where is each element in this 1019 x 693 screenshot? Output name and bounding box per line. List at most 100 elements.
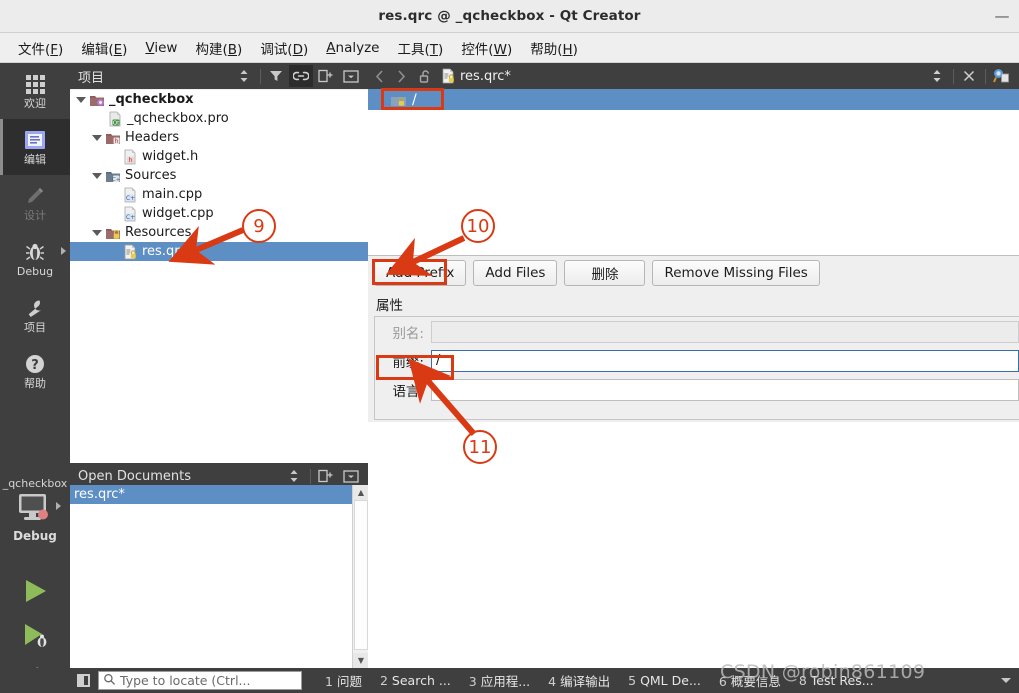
- add-files-button[interactable]: Add Files: [473, 260, 558, 286]
- remove-button[interactable]: 删除: [564, 260, 646, 286]
- menu-view[interactable]: View: [136, 38, 186, 58]
- add-prefix-button[interactable]: Add Prefix: [374, 260, 467, 286]
- pane-number: 1: [325, 674, 333, 689]
- qrc-file-icon: [440, 68, 456, 84]
- lock-toggle-button[interactable]: [414, 64, 436, 88]
- window-title: res.qrc @ _qcheckbox - Qt Creator: [378, 8, 641, 24]
- tree-item-main-cpp[interactable]: C+ main.cpp: [70, 185, 368, 204]
- scroll-down-arrow-icon[interactable]: ▼: [353, 653, 368, 668]
- mode-edit[interactable]: 编辑: [0, 119, 70, 175]
- twisty-expanded-icon[interactable]: [76, 96, 86, 103]
- language-field[interactable]: [431, 378, 1019, 401]
- menu-file[interactable]: 文件(F): [9, 36, 72, 60]
- tree-item-widget-cpp[interactable]: C+ widget.cpp: [70, 204, 368, 223]
- menu-build[interactable]: 构建(B): [186, 36, 251, 60]
- opendocs-split-button[interactable]: [314, 465, 338, 487]
- editor-blank-area: [368, 422, 1019, 668]
- statusbar-pane-search[interactable]: 2 Search ...: [371, 673, 460, 688]
- split-button[interactable]: [314, 65, 338, 87]
- debug-button[interactable]: [0, 613, 70, 657]
- close-icon: [963, 70, 975, 82]
- toggle-sidebar-button[interactable]: [70, 668, 96, 693]
- resource-editor-buttons: Add Prefix Add Files 删除 Remove Missing F…: [368, 256, 1019, 290]
- tree-item-resources[interactable]: Resources: [70, 223, 368, 242]
- mode-debug[interactable]: Debug: [0, 231, 70, 287]
- mode-projects[interactable]: 项目: [0, 287, 70, 343]
- alias-row: 别名:: [375, 317, 1019, 346]
- scroll-up-arrow-icon[interactable]: ▲: [353, 485, 368, 500]
- open-document-label: res.qrc*: [74, 487, 125, 502]
- filter-button[interactable]: [264, 65, 288, 87]
- pane-label: QML De...: [640, 673, 701, 688]
- editor-toolbar: res.qrc*: [368, 63, 1019, 89]
- link-icon: [293, 71, 309, 81]
- tree-item-headers[interactable]: h Headers: [70, 128, 368, 147]
- mode-debug-label: Debug: [16, 265, 54, 278]
- qt-creator-window: res.qrc @ _qcheckbox - Qt Creator — 文件(F…: [0, 0, 1019, 693]
- close-panel-button[interactable]: [339, 65, 363, 87]
- menu-window[interactable]: 控件(W): [452, 36, 521, 60]
- twisty-expanded-icon[interactable]: [92, 172, 102, 179]
- resource-browser-button[interactable]: [989, 65, 1013, 87]
- mode-help[interactable]: ? 帮助: [0, 343, 70, 399]
- resource-tree-view[interactable]: /: [368, 89, 1019, 256]
- kit-selector[interactable]: _qcheckbox Debug: [0, 473, 70, 565]
- prefix-field[interactable]: /: [431, 349, 1019, 372]
- sort-selector[interactable]: [232, 65, 256, 87]
- tree-item-widget-h[interactable]: h widget.h: [70, 147, 368, 166]
- pane-label: Test Res...: [810, 673, 874, 688]
- prefix-label: 前缀:: [392, 354, 424, 371]
- prefix-folder-icon: [390, 92, 406, 108]
- menu-tools[interactable]: 工具(T): [389, 36, 453, 60]
- mode-welcome[interactable]: 欢迎: [0, 63, 70, 119]
- pane-number: 8: [798, 673, 807, 688]
- statusbar-pane-general-messages[interactable]: 6 概要信息: [710, 671, 790, 690]
- scrollbar-thumb[interactable]: [354, 500, 368, 650]
- pane-number: 6: [718, 674, 727, 689]
- locator-input[interactable]: Type to locate (Ctrl...: [98, 671, 302, 690]
- opendocs-sort-button[interactable]: [282, 465, 306, 487]
- open-document-item[interactable]: res.qrc*: [70, 485, 368, 504]
- project-tree[interactable]: _qcheckbox Qt _qcheckbox.pro h Headers h…: [70, 90, 368, 463]
- statusbar-pane-app-output[interactable]: 3 应用程...: [460, 671, 539, 690]
- twisty-expanded-icon[interactable]: [92, 134, 102, 141]
- editor-file-chip[interactable]: res.qrc*: [440, 68, 511, 84]
- remove-missing-files-button[interactable]: Remove Missing Files: [652, 260, 820, 286]
- sync-with-editor-button[interactable]: [289, 65, 313, 87]
- statusbar-pane-test-results[interactable]: 8 Test Res...: [790, 673, 883, 688]
- alias-field[interactable]: [431, 320, 1019, 343]
- statusbar-pane-compile-output[interactable]: 4 编译输出: [539, 671, 619, 690]
- statusbar-pane-issues[interactable]: 1 问题: [316, 671, 371, 690]
- tree-item-sources[interactable]: C+ Sources: [70, 166, 368, 185]
- pane-label: 编译输出: [560, 674, 611, 689]
- tree-item-res-qrc[interactable]: res.qrc: [70, 242, 368, 261]
- kit-chevron-icon: [56, 502, 61, 510]
- statusbar-pane-qml-debugger[interactable]: 5 QML De...: [619, 673, 710, 688]
- editor-split-selector[interactable]: [925, 65, 949, 87]
- properties-group: 属性 别名: 前缀: / 语言:: [368, 292, 1019, 422]
- prefix-row: 前缀: /: [375, 346, 1019, 375]
- menu-analyze[interactable]: Analyze: [317, 38, 388, 58]
- editor-close-button[interactable]: [957, 65, 981, 87]
- editor-icon: [24, 128, 46, 152]
- tree-item-project[interactable]: _qcheckbox: [70, 90, 368, 109]
- open-documents-list[interactable]: res.qrc* ▲ ▼: [70, 485, 368, 668]
- open-documents-scrollbar[interactable]: ▲ ▼: [352, 485, 368, 668]
- navigate-back-button[interactable]: [368, 64, 390, 88]
- statusbar-expand-icon[interactable]: [1001, 678, 1011, 683]
- opendocs-close-button[interactable]: [339, 465, 363, 487]
- menu-edit[interactable]: 编辑(E): [72, 36, 136, 60]
- menu-debug[interactable]: 调试(D): [251, 36, 317, 60]
- tree-item-pro-file[interactable]: Qt _qcheckbox.pro: [70, 109, 368, 128]
- navigate-forward-button[interactable]: [390, 64, 412, 88]
- run-button[interactable]: [0, 569, 70, 613]
- twisty-expanded-icon[interactable]: [92, 229, 102, 236]
- cpp-file-icon: C+: [122, 206, 138, 222]
- tree-item-label: widget.h: [142, 149, 199, 164]
- project-panel-header: 项目: [70, 63, 368, 89]
- menu-help[interactable]: 帮助(H): [521, 36, 587, 60]
- resource-prefix-row[interactable]: /: [368, 89, 1019, 110]
- chevron-right-icon: [397, 69, 405, 83]
- pane-number: 4: [548, 674, 557, 689]
- minimize-button[interactable]: —: [991, 5, 1013, 27]
